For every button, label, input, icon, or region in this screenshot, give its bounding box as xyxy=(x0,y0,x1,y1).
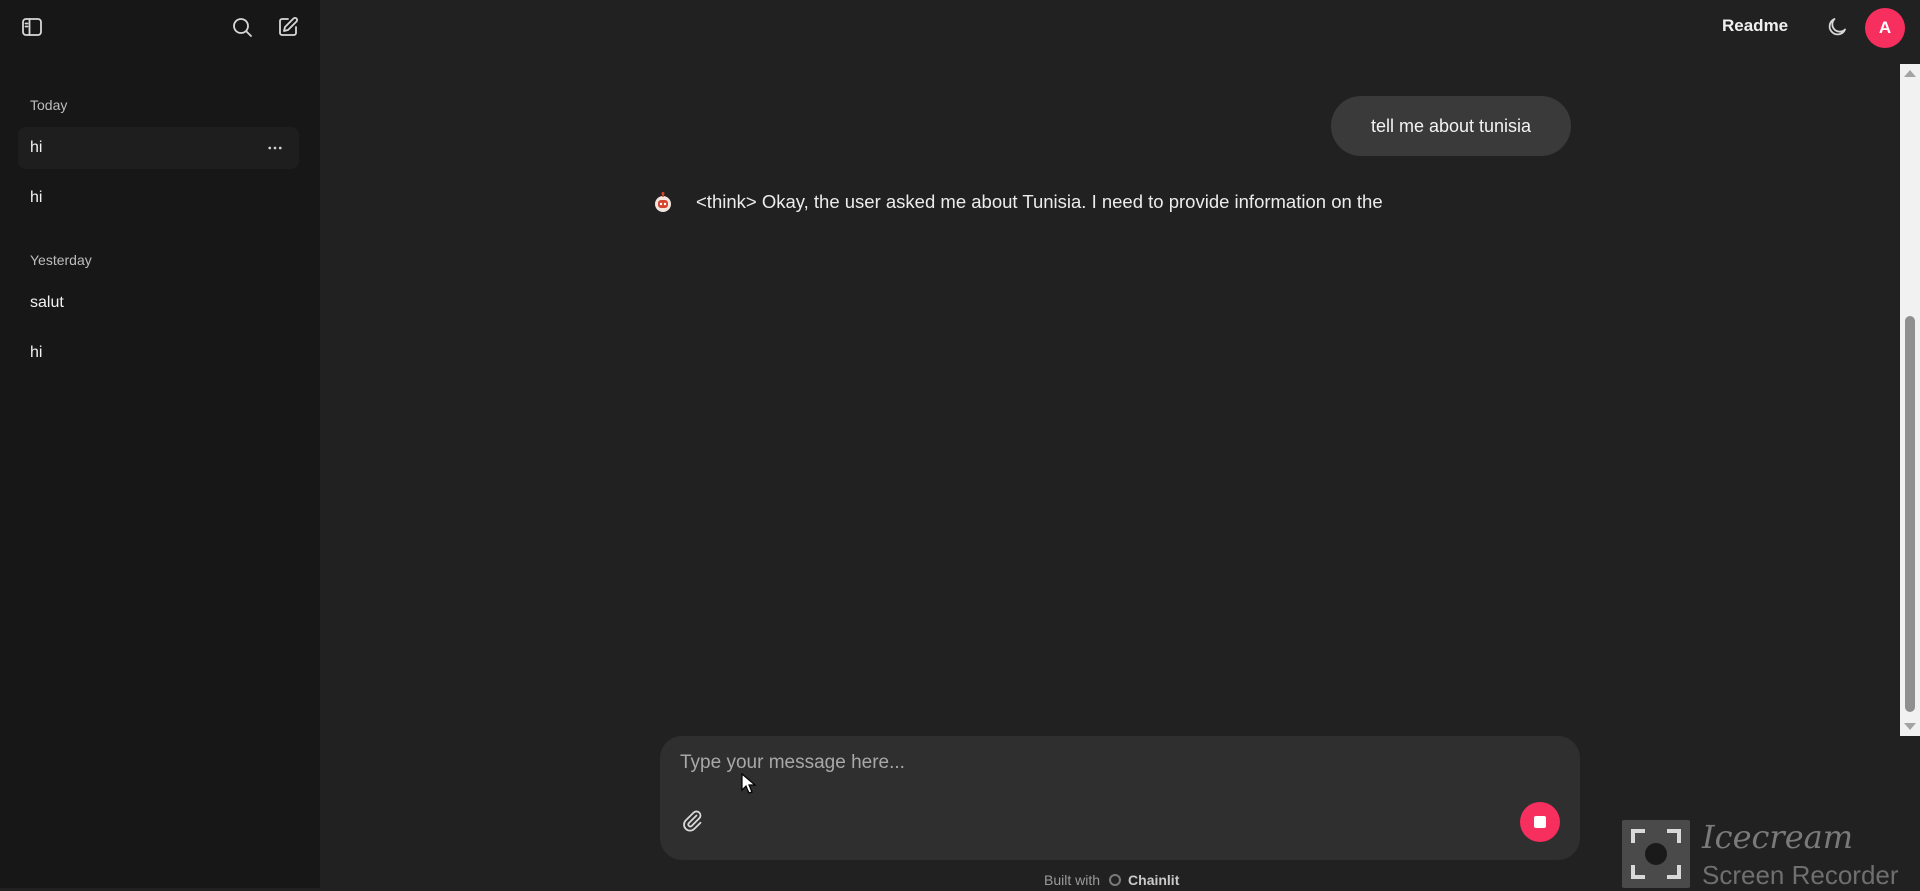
thread-item-label: hi xyxy=(30,139,43,156)
toggle-sidebar-button[interactable] xyxy=(14,9,50,45)
thread-item[interactable]: hi xyxy=(18,332,299,374)
thread-item-label: salut xyxy=(30,294,64,311)
message-composer xyxy=(660,736,1580,860)
assistant-message: <think> Okay, the user asked me about Tu… xyxy=(652,188,1383,216)
user-message-bubble: tell me about tunisia xyxy=(1331,96,1571,156)
moon-icon xyxy=(1828,18,1846,36)
paperclip-icon xyxy=(683,810,702,832)
thread-group-yesterday: Yesterday xyxy=(30,252,92,268)
user-avatar[interactable]: A xyxy=(1865,8,1905,48)
scrollbar-thumb[interactable] xyxy=(1905,316,1915,712)
readme-button[interactable]: Readme xyxy=(1722,16,1788,36)
thread-item[interactable]: hi xyxy=(18,127,299,169)
recorder-watermark: Icecream Screen Recorder xyxy=(1622,818,1920,890)
scroll-up-arrow-icon[interactable] xyxy=(1904,70,1916,77)
assistant-avatar-icon xyxy=(655,192,671,212)
edit-icon xyxy=(279,17,298,36)
sidebar-header xyxy=(0,0,320,54)
search-button[interactable] xyxy=(224,9,260,45)
thread-options-button[interactable] xyxy=(263,136,287,160)
stop-generation-button[interactable] xyxy=(1520,802,1560,842)
user-message-text: tell me about tunisia xyxy=(1370,115,1532,136)
theme-toggle-button[interactable] xyxy=(1819,9,1855,45)
chainlit-brand-link[interactable]: Chainlit xyxy=(1128,872,1179,888)
chainlit-logo-icon xyxy=(1109,874,1122,886)
thread-item[interactable]: salut xyxy=(18,282,299,324)
built-with-text: Built with xyxy=(1044,872,1101,888)
thread-item-label: hi xyxy=(30,189,43,206)
thread-item[interactable]: hi xyxy=(18,177,299,219)
camera-icon xyxy=(1622,820,1690,888)
search-icon xyxy=(233,18,252,37)
sidebar: Today hi hi Yesterday salut hi xyxy=(0,0,320,888)
thread-item-label: hi xyxy=(30,344,43,361)
ellipsis-icon xyxy=(268,146,282,150)
panel-left-icon xyxy=(22,18,42,36)
message-input[interactable] xyxy=(678,750,1562,788)
stop-icon xyxy=(1534,816,1546,828)
scroll-down-arrow-icon[interactable] xyxy=(1904,723,1916,730)
watermark-title: Icecream xyxy=(1702,818,1854,856)
mouse-cursor-icon xyxy=(741,773,757,794)
chat-scrollbar[interactable] xyxy=(1900,64,1920,736)
attach-file-button[interactable] xyxy=(674,802,710,838)
watermark-subtitle: Screen Recorder xyxy=(1702,860,1899,890)
thread-group-today: Today xyxy=(30,97,68,113)
assistant-message-text: <think> Okay, the user asked me about Tu… xyxy=(696,191,1383,212)
built-with-footer: Built with Chainlit xyxy=(1044,872,1179,888)
new-chat-button[interactable] xyxy=(270,9,306,45)
